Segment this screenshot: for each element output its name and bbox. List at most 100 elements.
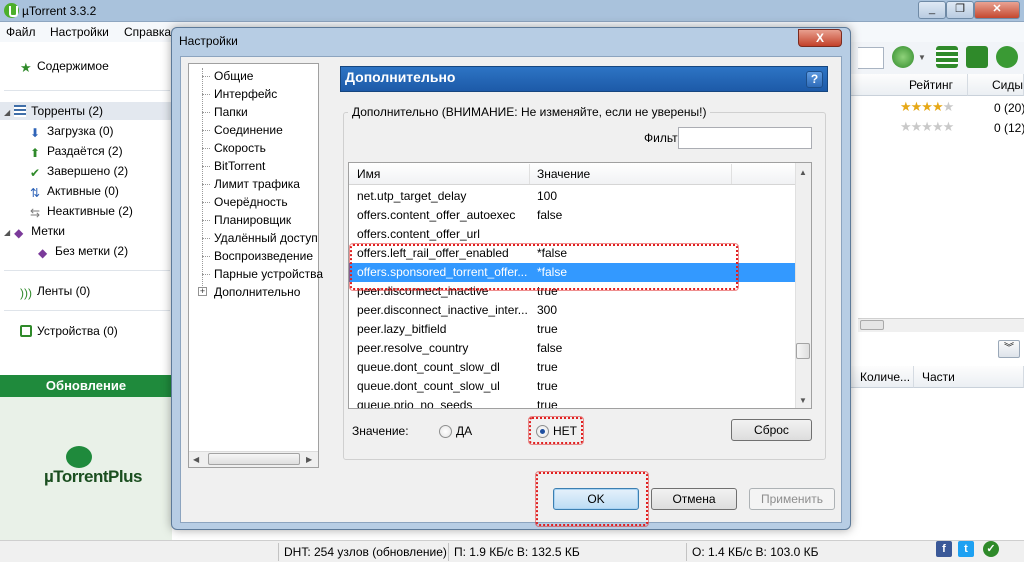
column-header-pieces[interactable]: Части bbox=[914, 366, 1024, 388]
setting-name: queue.dont_count_slow_dl bbox=[357, 360, 500, 374]
sidebar-item-seeding[interactable]: ⬆ Раздаётся (2) bbox=[30, 144, 123, 160]
column-header-count[interactable]: Количе... bbox=[850, 366, 914, 388]
connection-ok-icon[interactable]: ✓ bbox=[983, 541, 999, 557]
scrollbar-thumb[interactable] bbox=[860, 320, 884, 330]
column-header-seeds[interactable]: Сиды bbox=[968, 74, 1024, 96]
maximize-icon[interactable]: ❐ bbox=[946, 1, 974, 19]
scrollbar-thumb[interactable] bbox=[796, 343, 810, 359]
tree-item-bittorrent[interactable]: BitTorrent bbox=[214, 159, 265, 173]
setting-value: 300 bbox=[537, 303, 558, 317]
column-divider bbox=[731, 164, 732, 184]
list-row[interactable]: peer.disconnect_inactive_inter... 300 bbox=[349, 301, 795, 320]
setting-name: net.utp_target_delay bbox=[357, 189, 467, 203]
tree-item-directories[interactable]: Папки bbox=[214, 105, 248, 119]
list-vertical-scrollbar[interactable] bbox=[795, 163, 811, 408]
main-title-bar bbox=[0, 0, 1024, 22]
device-icon bbox=[20, 325, 32, 337]
minimize-icon[interactable]: _ bbox=[918, 1, 946, 19]
remote-device-icon[interactable] bbox=[966, 46, 988, 68]
reset-button[interactable]: Сброс bbox=[731, 419, 812, 441]
list-row[interactable]: queue.prio_no_seeds true bbox=[349, 396, 795, 408]
tree-item-transfer-cap[interactable]: Лимит трафика bbox=[214, 177, 300, 191]
utorrent-plus-logo[interactable]: µTorrentPlus bbox=[44, 467, 142, 487]
list-row[interactable]: offers.content_offer_autoexec false bbox=[349, 206, 795, 225]
utorrent-plus-icon[interactable] bbox=[996, 46, 1018, 68]
utorrent-logo-icon bbox=[4, 3, 19, 18]
divider bbox=[278, 543, 279, 561]
list-row[interactable]: queue.dont_count_slow_ul true bbox=[349, 377, 795, 396]
tree-item-remote[interactable]: Удалённый доступ bbox=[214, 231, 318, 245]
dialog-close-button[interactable]: X bbox=[798, 29, 842, 47]
scroll-left-icon[interactable]: ◀ bbox=[193, 455, 199, 464]
main-close-icon[interactable]: ✕ bbox=[974, 1, 1020, 19]
scrollbar-thumb[interactable] bbox=[208, 453, 300, 465]
radio-yes-label[interactable]: ДА bbox=[456, 424, 472, 438]
list-row[interactable]: offers.content_offer_url bbox=[349, 225, 795, 244]
tree-connector bbox=[202, 130, 210, 131]
globe-search-icon[interactable] bbox=[892, 46, 914, 68]
upload-status: О: 1.4 КБ/с В: 103.0 КБ bbox=[692, 545, 819, 559]
divider bbox=[686, 543, 687, 561]
menu-help[interactable]: Справка bbox=[124, 25, 171, 39]
sidebar-item-devices[interactable]: Устройства (0) bbox=[20, 324, 118, 338]
twitter-icon[interactable]: t bbox=[958, 541, 974, 557]
sidebar-item-torrents[interactable]: ◢ Торренты (2) bbox=[4, 104, 103, 118]
list-row[interactable]: peer.resolve_country false bbox=[349, 339, 795, 358]
sidebar-item-downloading[interactable]: ⬇ Загрузка (0) bbox=[30, 124, 114, 140]
tree-item-queueing[interactable]: Очерёдность bbox=[214, 195, 288, 209]
sidebar-item-no-label[interactable]: ◆ Без метки (2) bbox=[38, 244, 128, 260]
cancel-button[interactable]: Отмена bbox=[651, 488, 737, 510]
expand-plus-icon[interactable]: + bbox=[198, 287, 207, 296]
list-row[interactable]: peer.lazy_bitfield true bbox=[349, 320, 795, 339]
tree-item-advanced[interactable]: Дополнительно bbox=[214, 285, 300, 299]
radio-yes[interactable] bbox=[439, 425, 452, 438]
scroll-right-icon[interactable]: ▶ bbox=[306, 455, 312, 464]
filter-input[interactable] bbox=[678, 127, 812, 149]
menu-file[interactable]: Файл bbox=[6, 25, 36, 39]
scroll-up-icon[interactable]: ▲ bbox=[799, 168, 807, 177]
dialog-title: Настройки bbox=[179, 34, 238, 48]
facebook-icon[interactable]: f bbox=[936, 541, 952, 557]
tree-item-connection[interactable]: Соединение bbox=[214, 123, 283, 137]
menu-settings[interactable]: Настройки bbox=[50, 25, 109, 39]
collapse-triangle-icon[interactable]: ◢ bbox=[4, 108, 10, 117]
collapse-triangle-icon[interactable]: ◢ bbox=[4, 228, 10, 237]
list-row[interactable]: net.utp_target_delay 100 bbox=[349, 187, 795, 206]
list-row[interactable]: queue.dont_count_slow_dl true bbox=[349, 358, 795, 377]
update-banner[interactable]: Обновление bbox=[0, 375, 172, 397]
rating-stars[interactable]: ★★★★★ bbox=[900, 99, 954, 115]
sidebar-item-labels[interactable]: ◢ ◆ Метки bbox=[4, 224, 65, 240]
setting-value: true bbox=[537, 360, 558, 374]
chevron-down-icon[interactable]: ▼ bbox=[918, 53, 926, 62]
list-view-icon[interactable] bbox=[936, 46, 958, 68]
tree-item-scheduler[interactable]: Планировщик bbox=[214, 213, 291, 227]
tree-item-paired-devices[interactable]: Парные устройства bbox=[214, 267, 323, 281]
apply-button[interactable]: Применить bbox=[749, 488, 835, 510]
upload-arrow-icon: ⬆ bbox=[30, 146, 41, 160]
collapse-panel-button[interactable]: ︾ bbox=[998, 340, 1020, 358]
seeds-count: 0 (20) bbox=[994, 101, 1024, 115]
help-icon[interactable]: ? bbox=[806, 71, 823, 88]
torrent-list-icon bbox=[14, 105, 27, 117]
rss-feed-icon: ))) bbox=[20, 286, 32, 300]
sidebar-item-feeds[interactable]: ))) Ленты (0) bbox=[20, 284, 90, 300]
inactive-icon: ⇆ bbox=[30, 206, 41, 220]
tree-connector bbox=[202, 274, 210, 275]
sidebar-item-inactive[interactable]: ⇆ Неактивные (2) bbox=[30, 204, 133, 220]
tree-item-bandwidth[interactable]: Скорость bbox=[214, 141, 266, 155]
sidebar-item-content[interactable]: ★ Содержимое bbox=[20, 59, 109, 75]
tree-item-playback[interactable]: Воспроизведение bbox=[214, 249, 313, 263]
column-header-value[interactable]: Значение bbox=[537, 167, 590, 181]
sidebar-item-active[interactable]: ⇅ Активные (0) bbox=[30, 184, 119, 200]
setting-name: queue.prio_no_seeds bbox=[357, 398, 473, 408]
rating-stars[interactable]: ★★★★★ bbox=[900, 119, 954, 135]
search-input[interactable] bbox=[858, 47, 884, 69]
tree-item-general[interactable]: Общие bbox=[214, 69, 253, 83]
download-status: П: 1.9 КБ/с В: 132.5 КБ bbox=[454, 545, 580, 559]
scroll-down-icon[interactable]: ▼ bbox=[799, 396, 807, 405]
column-header-rating[interactable]: Рейтинг bbox=[850, 74, 968, 96]
torrent-list-area bbox=[850, 74, 1024, 540]
column-header-name[interactable]: Имя bbox=[357, 167, 380, 181]
sidebar-item-completed[interactable]: ✔ Завершено (2) bbox=[30, 164, 128, 180]
tree-item-interface[interactable]: Интерфейс bbox=[214, 87, 277, 101]
